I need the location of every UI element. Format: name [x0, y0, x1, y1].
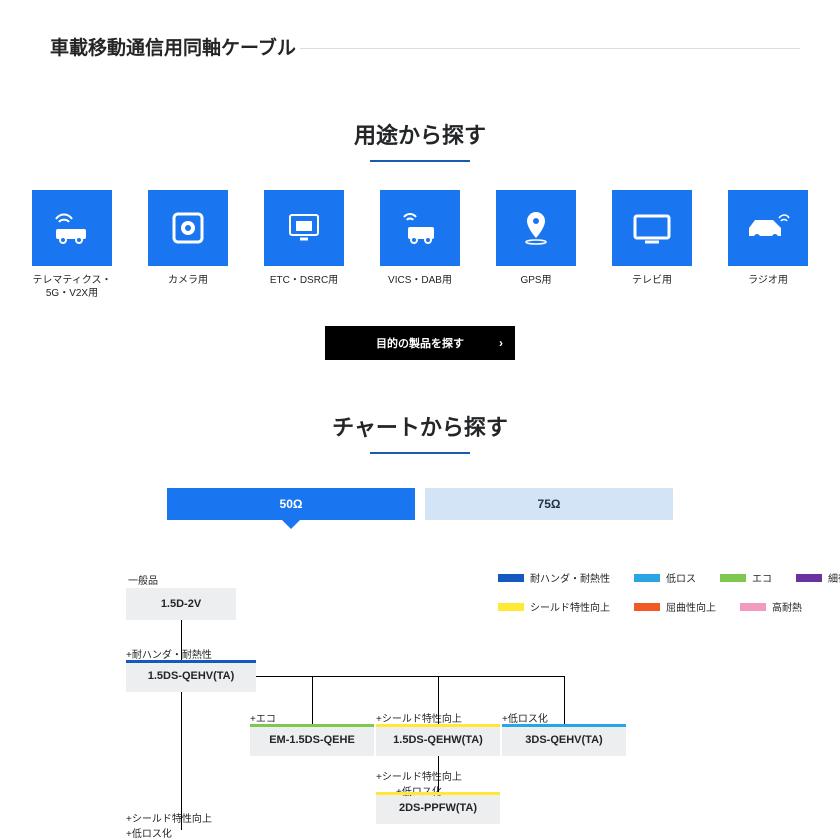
tile-label: カメラ用	[168, 274, 208, 287]
legend-swatch	[720, 574, 746, 582]
tile-3[interactable]: VICS・DAB用	[376, 190, 464, 300]
tile-label: VICS・DAB用	[388, 274, 452, 287]
car-signal-icon	[32, 190, 112, 266]
node-label: 1.5DS-QEHV(TA)	[148, 670, 235, 682]
tile-0[interactable]: テレマティクス・5G・V2X用	[28, 190, 116, 300]
legend-item-1: 低ロス	[634, 570, 696, 585]
legend-item-3: 細径化	[796, 570, 840, 585]
tile-2[interactable]: ETC・DSRC用	[260, 190, 348, 300]
node-1-5ds-qehw[interactable]: +シールド特性向上 1.5DS-QEHW(TA)	[376, 724, 500, 756]
chart-section: チャートから探す 50Ω 75Ω 耐ハンダ・耐熱性 低ロス エコ 細径化シールド特性向…	[0, 410, 840, 830]
node-tagbar	[376, 724, 500, 727]
node-tag: +シールド特性向上	[376, 710, 462, 725]
tile-4[interactable]: GPS用	[492, 190, 580, 300]
connector	[438, 676, 439, 724]
node-tag: +低ロス化	[502, 710, 548, 725]
connector	[181, 692, 182, 830]
tab-50ohm[interactable]: 50Ω	[167, 488, 415, 520]
node-label: 2DS-PPFW(TA)	[399, 802, 477, 814]
chevron-right-icon: ›	[499, 336, 503, 350]
tile-1[interactable]: カメラ用	[144, 190, 232, 300]
node-label: 1.5D-2V	[161, 598, 201, 610]
search-products-button[interactable]: 目的の製品を探す ›	[325, 326, 515, 360]
group-label-general: 一般品	[128, 572, 158, 587]
legend-swatch	[634, 574, 660, 582]
legend-item-5: 屈曲性向上	[634, 599, 716, 614]
node-tagbar	[250, 724, 374, 727]
connector	[564, 676, 565, 724]
legend-label: シールド特性向上	[530, 599, 610, 614]
tile-5[interactable]: テレビ用	[608, 190, 696, 300]
legend-item-4: シールド特性向上	[498, 599, 610, 614]
tile-row: テレマティクス・5G・V2X用 カメラ用 ETC・DSRC用 VICS・DAB用 GPS…	[0, 190, 840, 300]
tile-label: GPS用	[520, 274, 551, 287]
node-tagbar	[376, 792, 500, 795]
legend-swatch	[634, 603, 660, 611]
node-tagbar	[502, 724, 626, 727]
node-tagbar	[126, 660, 256, 663]
legend: 耐ハンダ・耐熱性 低ロス エコ 細径化シールド特性向上 屈曲性向上 高耐熱	[498, 570, 840, 614]
legend-label: 耐ハンダ・耐熱性	[530, 570, 610, 585]
node-tag: +エコ	[250, 710, 276, 725]
chart-area: 耐ハンダ・耐熱性 低ロス エコ 細径化シールド特性向上 屈曲性向上 高耐熱 一般品 1.5…	[118, 570, 840, 830]
tile-label: ETC・DSRC用	[270, 274, 338, 287]
node-tag: +耐ハンダ・耐熱性	[126, 646, 212, 661]
legend-swatch	[740, 603, 766, 611]
legend-label: 高耐熱	[772, 599, 802, 614]
heading-underline	[370, 452, 470, 454]
legend-swatch	[498, 603, 524, 611]
car-radio-icon	[728, 190, 808, 266]
usage-section: 用途から探す テレマティクス・5G・V2X用 カメラ用 ETC・DSRC用 VICS・…	[0, 118, 840, 360]
gps-pin-icon	[496, 190, 576, 266]
etc-gate-icon	[264, 190, 344, 266]
chart-heading: チャートから探す	[0, 410, 840, 442]
connector	[438, 756, 439, 792]
node-1-5ds-qehv[interactable]: +耐ハンダ・耐熱性 1.5DS-QEHV(TA)	[126, 660, 256, 692]
node-label: EM-1.5DS-QEHE	[269, 734, 355, 746]
legend-item-2: エコ	[720, 570, 772, 585]
legend-item-0: 耐ハンダ・耐熱性	[498, 570, 610, 585]
tab-75ohm[interactable]: 75Ω	[425, 488, 673, 520]
connector	[256, 676, 564, 677]
impedance-tabs: 50Ω 75Ω	[0, 488, 840, 520]
node-1-5d-2v[interactable]: 1.5D-2V	[126, 588, 236, 620]
tile-label: テレビ用	[632, 274, 672, 287]
node-em-1-5ds-qehe[interactable]: +エコ EM-1.5DS-QEHE	[250, 724, 374, 756]
node-label: 3DS-QEHV(TA)	[525, 734, 602, 746]
search-button-label: 目的の製品を探す	[376, 335, 464, 351]
legend-item-6: 高耐熱	[740, 599, 802, 614]
legend-swatch	[498, 574, 524, 582]
group-label-shield-lowloss: +シールド特性向上 +低ロス化	[126, 810, 212, 840]
camera-icon	[148, 190, 228, 266]
legend-label: 屈曲性向上	[666, 599, 716, 614]
legend-swatch	[796, 574, 822, 582]
car-broadcast-icon	[380, 190, 460, 266]
tile-label: ラジオ用	[748, 274, 788, 287]
connector	[312, 676, 313, 724]
usage-heading: 用途から探す	[0, 118, 840, 150]
tile-label: テレマティクス・5G・V2X用	[32, 274, 111, 300]
connector	[181, 620, 182, 660]
node-3ds-qehv[interactable]: +低ロス化 3DS-QEHV(TA)	[502, 724, 626, 756]
tile-6[interactable]: ラジオ用	[724, 190, 812, 300]
legend-label: 細径化	[828, 570, 840, 585]
node-label: 1.5DS-QEHW(TA)	[393, 734, 483, 746]
tv-icon	[612, 190, 692, 266]
heading-underline	[370, 160, 470, 162]
legend-label: 低ロス	[666, 570, 696, 585]
legend-label: エコ	[752, 570, 772, 585]
page-title: 車載移動通信用同軸ケーブル	[0, 0, 840, 68]
node-2ds-ppfw[interactable]: +シールド特性向上 +低ロス化 2DS-PPFW(TA)	[376, 792, 500, 824]
